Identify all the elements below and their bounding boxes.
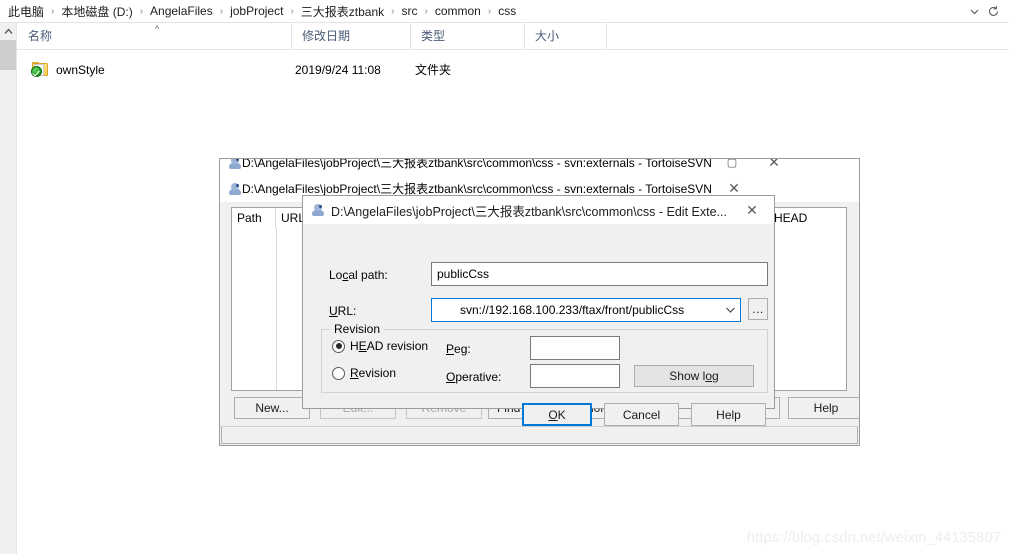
url-value: svn://192.168.100.233/ftax/front/publicC… — [460, 303, 685, 317]
tortoisesvn-icon — [311, 203, 325, 217]
sort-ascending-caret-icon: ^ — [155, 24, 160, 34]
breadcrumb-separator: › — [487, 5, 492, 17]
breadcrumb-separator: › — [424, 5, 428, 17]
file-modified-date: 2019/9/24 11:08 — [295, 63, 381, 77]
column-divider — [276, 229, 277, 390]
revision-radio[interactable]: Revision — [332, 366, 396, 380]
new-button[interactable]: New... — [234, 397, 310, 419]
tortoisesvn-icon — [228, 182, 242, 196]
revision-group-title: Revision — [330, 322, 385, 336]
revision-groupbox: Revision HEAD revision Revision Peg: Ope… — [321, 322, 768, 393]
edit-externals-dialog: D:\AngelaFiles\jobProject\三大报表ztbank\src… — [302, 195, 775, 426]
operative-label-post: perative: — [455, 370, 502, 384]
breadcrumb-item-3[interactable]: jobProject — [228, 3, 285, 19]
breadcrumb-separator: › — [290, 5, 294, 17]
watermark: https://blog.csdn.net/weixin_44135807 — [746, 530, 1001, 546]
url-label-accel: U — [329, 304, 338, 318]
scrollbar-thumb[interactable] — [0, 40, 16, 70]
column-header-name-label: 名称 — [28, 29, 53, 43]
revision-label: Revision — [350, 366, 397, 380]
refresh-icon[interactable] — [984, 1, 1003, 21]
breadcrumb[interactable]: 此电脑 › 本地磁盘 (D:) › AngelaFiles › jobProje… — [0, 2, 965, 21]
background-window-clipped-titlebar: D:\AngelaFiles\jobProject\三大报表ztbank\src… — [220, 159, 859, 176]
breadcrumb-separator: › — [139, 5, 144, 17]
column-header-size[interactable]: 大小 — [525, 23, 607, 49]
scroll-up-arrow-icon[interactable] — [0, 23, 16, 40]
tortoisesvn-icon — [228, 159, 242, 170]
file-name: ownStyle — [56, 63, 105, 77]
breadcrumb-separator: › — [51, 5, 55, 17]
column-header-date[interactable]: 修改日期 — [292, 23, 411, 49]
breadcrumb-item-4[interactable]: 三大报表ztbank — [299, 2, 386, 21]
status-bar — [221, 426, 858, 444]
peg-label-post: eg: — [454, 342, 471, 356]
folder-svn-checked-icon — [31, 62, 49, 77]
url-combobox[interactable]: svn://192.168.100.233/ftax/front/publicC… — [431, 298, 741, 322]
breadcrumb-item-1[interactable]: 本地磁盘 (D:) — [59, 2, 134, 21]
breadcrumb-item-7[interactable]: css — [496, 3, 518, 19]
chevron-down-icon[interactable] — [720, 306, 740, 314]
column-header-name[interactable]: 名称 ^ — [18, 23, 292, 49]
breadcrumb-item-0[interactable]: 此电脑 — [6, 2, 46, 21]
background-window-title: D:\AngelaFiles\jobProject\三大报表ztbank\src… — [242, 159, 712, 170]
externals-column-path[interactable]: Path — [232, 208, 276, 229]
edit-dialog-titlebar: D:\AngelaFiles\jobProject\三大报表ztbank\src… — [303, 196, 774, 224]
url-browse-button[interactable]: ... — [748, 298, 768, 320]
url-label-post: RL: — [337, 304, 357, 318]
breadcrumb-item-6[interactable]: common — [433, 3, 483, 19]
local-path-label: Local path: — [329, 267, 388, 283]
close-icon[interactable]: ✕ — [752, 159, 796, 175]
file-type: 文件夹 — [415, 63, 452, 77]
peg-label-accel: P — [446, 342, 455, 356]
column-header-type[interactable]: 类型 — [411, 23, 525, 49]
edit-dialog-title: D:\AngelaFiles\jobProject\三大报表ztbank\src… — [331, 204, 727, 219]
help-button[interactable]: Help — [788, 397, 859, 419]
list-item[interactable]: ownStyle 2019/9/24 11:08 文件夹 — [18, 60, 978, 80]
head-revision-label: HEAD revision — [350, 339, 429, 353]
operative-revision-input[interactable] — [530, 364, 620, 388]
radio-indicator — [332, 339, 345, 353]
breadcrumb-separator: › — [391, 5, 395, 17]
ok-button[interactable]: OK — [522, 403, 592, 426]
url-label: URL: — [329, 303, 356, 319]
ok-button-label: OK — [548, 407, 566, 422]
show-log-button[interactable]: Show log — [634, 365, 754, 387]
peg-revision-input[interactable] — [530, 336, 620, 360]
cancel-button[interactable]: Cancel — [604, 403, 679, 426]
maximize-icon[interactable]: ▢ — [712, 159, 752, 175]
close-button[interactable]: ✕ — [730, 198, 774, 223]
help-button[interactable]: Help — [691, 403, 766, 426]
radio-indicator — [332, 366, 345, 380]
local-path-value: publicCss — [437, 267, 490, 281]
operative-label-accel: O — [446, 370, 456, 384]
operative-label: Operative: — [446, 369, 501, 385]
local-path-input[interactable]: publicCss — [431, 262, 768, 286]
local-path-label-post: al path: — [348, 268, 388, 282]
file-list-column-headers: 名称 ^ 修改日期 类型 大小 — [0, 23, 1009, 50]
breadcrumb-item-5[interactable]: src — [400, 3, 420, 19]
head-revision-radio[interactable]: HEAD revision — [332, 339, 428, 353]
externals-column-head[interactable]: HEAD — [769, 208, 846, 229]
breadcrumb-item-2[interactable]: AngelaFiles — [148, 3, 215, 19]
vertical-scrollbar[interactable] — [0, 23, 17, 554]
local-path-label-pre: Lo — [329, 268, 343, 282]
address-bar[interactable]: 此电脑 › 本地磁盘 (D:) › AngelaFiles › jobProje… — [0, 0, 1009, 23]
peg-label: Peg: — [446, 341, 471, 357]
chevron-down-icon[interactable] — [965, 1, 984, 21]
edit-dialog-form: Local path: publicCss URL: svn://192.168… — [303, 224, 774, 426]
breadcrumb-separator: › — [219, 5, 224, 17]
